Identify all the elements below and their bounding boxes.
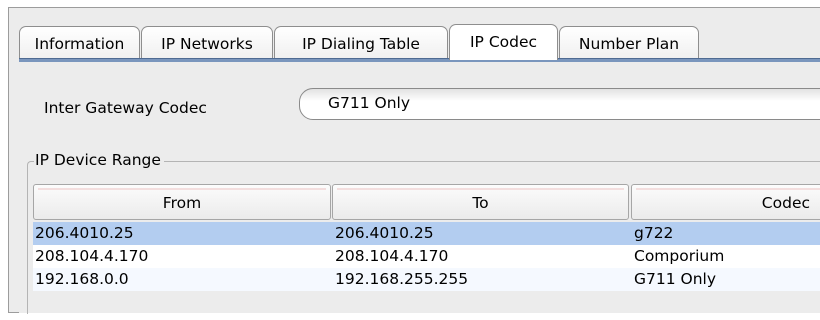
tab-ip-codec[interactable]: IP Codec — [449, 24, 558, 60]
cell-to: 208.104.4.170 — [335, 247, 449, 265]
tab-ip-networks[interactable]: IP Networks — [141, 26, 273, 59]
column-header-to[interactable]: To — [332, 184, 629, 220]
cell-from: 208.104.4.170 — [35, 247, 149, 265]
column-header-codec[interactable]: Codec — [631, 184, 820, 220]
cell-to: 192.168.255.255 — [335, 270, 469, 288]
inter-gateway-codec-label: Inter Gateway Codec — [44, 99, 207, 117]
column-header-label: From — [162, 194, 202, 212]
table-row[interactable]: 192.168.0.0 192.168.255.255 G711 Only — [33, 268, 820, 291]
column-header-label: Codec — [761, 194, 810, 212]
table-row[interactable]: 208.104.4.170 208.104.4.170 Comporium — [33, 245, 820, 268]
ip-device-range-table: From To Codec 206.4010.25 206.4010.25 g7… — [33, 182, 820, 291]
cell-from: 206.4010.25 — [35, 224, 134, 242]
tab-ip-dialing-table[interactable]: IP Dialing Table — [274, 26, 448, 59]
column-header-label: To — [472, 194, 489, 212]
cell-to: 206.4010.25 — [335, 224, 434, 242]
table-header: From To Codec — [33, 182, 820, 222]
tab-information[interactable]: Information — [19, 26, 140, 59]
tab-number-plan[interactable]: Number Plan — [559, 26, 699, 59]
cell-from: 192.168.0.0 — [35, 270, 129, 288]
column-header-from[interactable]: From — [33, 184, 331, 220]
cell-codec: g722 — [634, 224, 674, 242]
ip-device-range-title: IP Device Range — [34, 151, 164, 169]
cell-codec: G711 Only — [634, 270, 717, 288]
inter-gateway-codec-select[interactable]: G711 Only — [299, 88, 820, 120]
table-row[interactable]: 206.4010.25 206.4010.25 g722 — [33, 222, 820, 245]
tab-bar: Information IP Networks IP Dialing Table… — [19, 24, 819, 60]
cell-codec: Comporium — [634, 247, 725, 265]
